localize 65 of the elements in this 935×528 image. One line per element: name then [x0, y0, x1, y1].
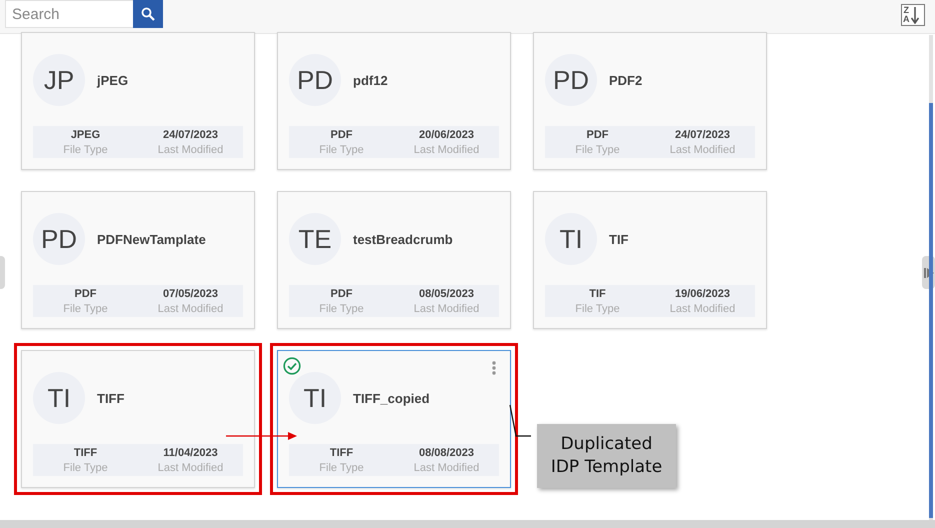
- avatar-initials: TE: [289, 213, 341, 265]
- file-type-label: File Type: [319, 462, 364, 474]
- modified-date: 08/08/2023: [418, 447, 474, 459]
- modified-label: Last Modified: [158, 144, 224, 156]
- template-name: pdf12: [353, 72, 388, 88]
- modified-label: Last Modified: [158, 462, 224, 474]
- more-icon[interactable]: [492, 361, 496, 375]
- modified-date: 19/06/2023: [674, 288, 730, 300]
- template-name: PDF2: [609, 72, 642, 88]
- file-type-label: File Type: [63, 144, 108, 156]
- file-type-label: File Type: [63, 462, 108, 474]
- modified-date: 11/04/2023: [163, 447, 218, 459]
- modified-label: Last Modified: [414, 462, 480, 474]
- search-icon: [141, 7, 155, 21]
- file-type-value: TIF: [589, 288, 606, 300]
- modified-label: Last Modified: [158, 303, 224, 315]
- avatar-initials: PD: [545, 54, 597, 106]
- template-card[interactable]: PD PDF2 PDF File Type 24/07/2023 Last Modified: [533, 32, 767, 170]
- avatar-initials: JP: [33, 54, 85, 106]
- modified-label: Last Modified: [414, 303, 480, 315]
- down-arrow-icon: [910, 6, 918, 24]
- modified-label: Last Modified: [670, 144, 736, 156]
- file-type-value: PDF: [330, 288, 352, 300]
- leader-line: [509, 404, 531, 438]
- modified-date: 24/07/2023: [674, 129, 730, 141]
- modified-date: 20/06/2023: [418, 129, 474, 141]
- file-type-value: PDF: [330, 129, 352, 141]
- avatar-initials: TI: [289, 372, 341, 424]
- modified-date: 24/07/2023: [162, 129, 218, 141]
- avatar-initials: PD: [289, 54, 341, 106]
- check-circle-icon: [283, 357, 301, 375]
- avatar-initials: TI: [545, 213, 597, 265]
- template-card[interactable]: JP jPEG JPEG File Type 24/07/2023 Last Modified: [21, 32, 255, 170]
- file-type-label: File Type: [63, 303, 108, 315]
- template-card[interactable]: PD PDFNewTamplate PDF File Type 07/05/2023 Last Modified: [21, 191, 255, 329]
- modified-label: Last Modified: [670, 303, 736, 315]
- template-card[interactable]: TI TIFF TIFF File Type 11/04/2023 Last Modified: [21, 350, 255, 488]
- modified-date: 07/05/2023: [162, 288, 218, 300]
- template-name: PDFNewTamplate: [97, 232, 206, 246]
- file-type-value: JPEG: [70, 129, 100, 141]
- file-type-value: TIFF: [330, 447, 354, 459]
- avatar-initials: TI: [33, 372, 85, 424]
- file-type-label: File Type: [319, 144, 364, 156]
- template-card[interactable]: TE testBreadcrumb PDF File Type 08/05/2023 Last Modified: [277, 191, 511, 329]
- modified-date: 08/05/2023: [418, 288, 474, 300]
- template-name: TIF: [609, 232, 628, 246]
- callout-note: Duplicated IDP Template: [537, 424, 676, 488]
- file-type-label: File Type: [319, 303, 364, 315]
- search-button[interactable]: [133, 0, 163, 28]
- template-name: TIFF_copied: [353, 390, 430, 406]
- template-card[interactable]: TI TIF TIF File Type 19/06/2023 Last Modified: [533, 191, 767, 329]
- search-field[interactable]: Search: [5, 0, 133, 28]
- modified-label: Last Modified: [414, 144, 480, 156]
- template-card[interactable]: PD pdf12 PDF File Type 20/06/2023 Last Modified: [277, 32, 511, 170]
- sort-button[interactable]: Z A: [901, 4, 925, 26]
- avatar-initials: PD: [33, 213, 85, 265]
- template-name: jPEG: [97, 72, 128, 88]
- template-name: testBreadcrumb: [353, 232, 453, 246]
- template-card[interactable]: TI TIFF_copied TIFF File Type 08/08/2023 Last Modified: [277, 350, 511, 488]
- file-type-value: TIFF: [74, 447, 98, 459]
- file-type-value: PDF: [74, 288, 96, 300]
- file-type-label: File Type: [575, 303, 620, 315]
- file-type-label: File Type: [575, 144, 620, 156]
- template-name: TIFF: [97, 390, 124, 406]
- file-type-value: PDF: [586, 129, 608, 141]
